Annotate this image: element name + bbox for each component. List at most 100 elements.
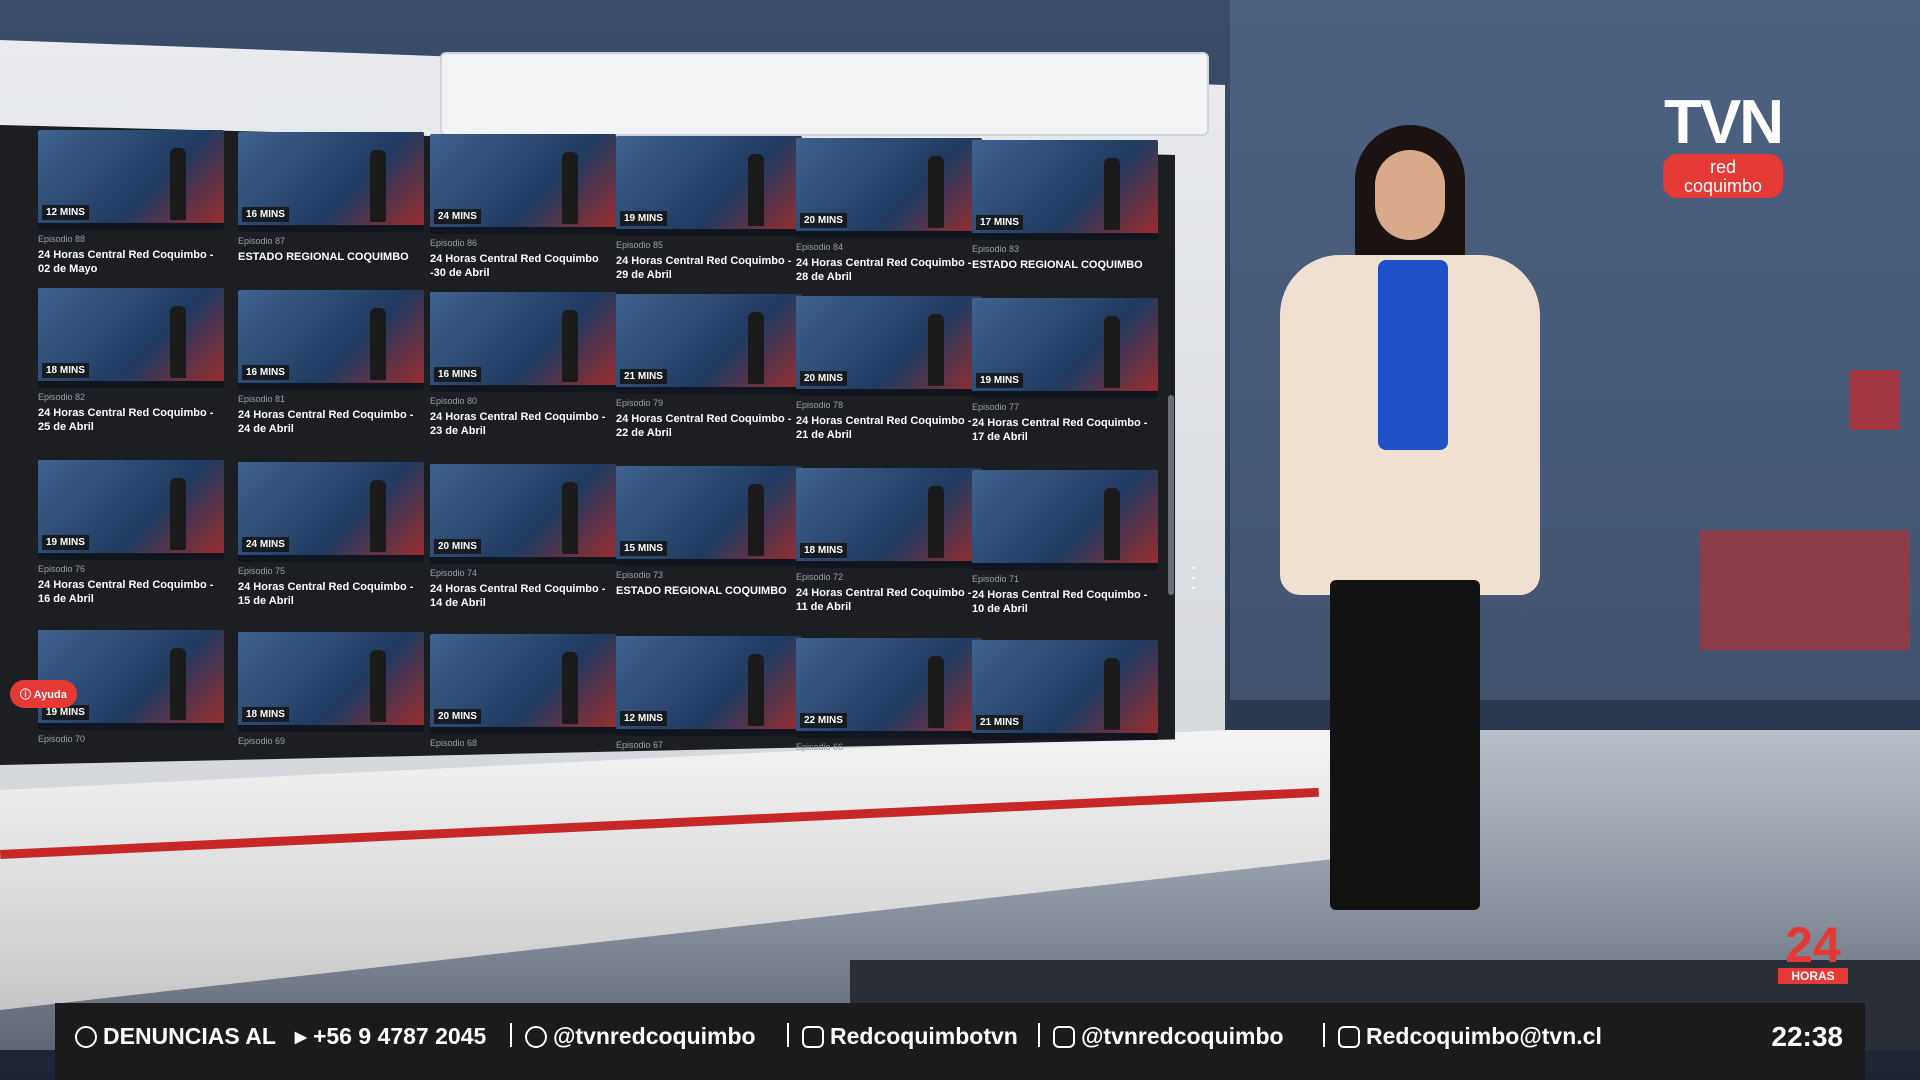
episode-card[interactable]: 19 MINS Episodio 77 24 Horas Central Red C… bbox=[972, 298, 1158, 468]
episode-number: Episodio 70 bbox=[38, 734, 86, 744]
thumbnail-presenter bbox=[170, 306, 186, 378]
episode-card[interactable]: 19 MINS Episodio 76 24 Horas Central Red C… bbox=[38, 460, 224, 630]
episode-card[interactable]: 20 MINS Episodio 78 24 Horas Central Red C… bbox=[796, 296, 982, 466]
episode-title[interactable]: 24 Horas Central Red Coquimbo - 21 de Ab… bbox=[796, 414, 982, 442]
episode-title[interactable]: 24 Horas Central Red Coquimbo - 14 de Ab… bbox=[430, 582, 616, 610]
thumbnail-presenter bbox=[562, 482, 578, 554]
episode-grid: 12 MINS Episodio 88 24 Horas Central Red C… bbox=[38, 130, 1158, 770]
thumbnail-presenter bbox=[748, 312, 764, 384]
episode-thumbnail[interactable] bbox=[972, 470, 1158, 570]
episode-card[interactable]: 20 MINS Episodio 68 bbox=[430, 634, 616, 804]
episode-title[interactable]: 24 Horas Central Red Coquimbo - 24 de Ab… bbox=[238, 408, 424, 436]
thumbnail-presenter bbox=[370, 150, 386, 222]
presenter bbox=[1270, 125, 1570, 925]
episode-card[interactable]: Episodio 71 24 Horas Central Red Coquimbo… bbox=[972, 470, 1158, 640]
episode-number: Episodio 86 bbox=[430, 238, 478, 248]
episode-title[interactable]: 24 Horas Central Red Coquimbo -30 de Abr… bbox=[430, 252, 616, 280]
episode-title[interactable]: 24 Horas Central Red Coquimbo - 23 de Ab… bbox=[430, 410, 616, 438]
duration-badge: 15 MINS bbox=[620, 541, 667, 556]
episode-thumbnail[interactable]: 16 MINS bbox=[430, 292, 616, 392]
episode-thumbnail[interactable]: 21 MINS bbox=[616, 294, 802, 394]
episode-card[interactable]: 16 MINS Episodio 81 24 Horas Central Red C… bbox=[238, 290, 424, 460]
episode-card[interactable]: 19 MINS Episodio 70 bbox=[38, 630, 224, 800]
episode-thumbnail[interactable]: 20 MINS bbox=[796, 296, 982, 396]
episode-card[interactable]: 21 MINS bbox=[972, 640, 1158, 810]
thumbnail-lower-third bbox=[796, 231, 982, 238]
thumbnail-lower-third bbox=[238, 383, 424, 390]
episode-title[interactable]: 24 Horas Central Red Coquimbo - 22 de Ab… bbox=[616, 412, 802, 440]
episode-thumbnail[interactable]: 22 MINS bbox=[796, 638, 982, 738]
episode-title[interactable]: ESTADO REGIONAL COQUIMBO bbox=[616, 584, 802, 598]
help-button[interactable]: ⓘ Ayuda bbox=[10, 680, 77, 708]
episode-number: Episodio 73 bbox=[616, 570, 664, 580]
episode-title[interactable]: 24 Horas Central Red Coquimbo - 02 de Ma… bbox=[38, 248, 224, 276]
episode-card[interactable]: 15 MINS Episodio 73 ESTADO REGIONAL COQUIM… bbox=[616, 466, 802, 636]
episode-title[interactable]: 24 Horas Central Red Coquimbo - 11 de Ab… bbox=[796, 586, 982, 614]
episode-thumbnail[interactable]: 12 MINS bbox=[38, 130, 224, 230]
episode-card[interactable]: 17 MINS Episodio 83 ESTADO REGIONAL COQUIM… bbox=[972, 140, 1158, 310]
thumbnail-presenter bbox=[1104, 488, 1120, 560]
duration-badge: 16 MINS bbox=[242, 365, 289, 380]
thumbnail-lower-third bbox=[972, 733, 1158, 740]
episode-card[interactable]: 18 MINS Episodio 69 bbox=[238, 632, 424, 802]
episode-card[interactable]: 22 MINS Episodio 66 bbox=[796, 638, 982, 808]
thumbnail-presenter bbox=[370, 650, 386, 722]
episode-title[interactable]: ESTADO REGIONAL COQUIMBO bbox=[238, 250, 424, 264]
episode-card[interactable]: 16 MINS Episodio 87 ESTADO REGIONAL COQUIM… bbox=[238, 132, 424, 302]
episode-thumbnail[interactable]: 20 MINS bbox=[796, 138, 982, 238]
episode-thumbnail[interactable]: 12 MINS bbox=[616, 636, 802, 736]
episode-thumbnail[interactable]: 16 MINS bbox=[238, 132, 424, 232]
duration-badge: 20 MINS bbox=[434, 709, 481, 724]
episode-card[interactable]: 12 MINS Episodio 88 24 Horas Central Red C… bbox=[38, 130, 224, 300]
episode-thumbnail[interactable]: 20 MINS bbox=[430, 464, 616, 564]
instagram-icon bbox=[525, 1026, 547, 1048]
episode-title[interactable]: 24 Horas Central Red Coquimbo - 10 de Ab… bbox=[972, 588, 1158, 616]
thumbnail-presenter bbox=[748, 654, 764, 726]
episode-thumbnail[interactable]: 24 MINS bbox=[238, 462, 424, 562]
episode-card[interactable]: 18 MINS Episodio 72 24 Horas Central Red C… bbox=[796, 468, 982, 638]
episode-thumbnail[interactable]: 18 MINS bbox=[796, 468, 982, 568]
episode-card[interactable]: 20 MINS Episodio 84 24 Horas Central Red C… bbox=[796, 138, 982, 308]
episode-card[interactable]: 18 MINS Episodio 82 24 Horas Central Red C… bbox=[38, 288, 224, 458]
ticker-separator bbox=[1323, 1023, 1325, 1047]
episode-thumbnail[interactable]: 15 MINS bbox=[616, 466, 802, 566]
episode-title[interactable]: ESTADO REGIONAL COQUIMBO bbox=[972, 258, 1158, 272]
thumbnail-lower-third bbox=[38, 381, 224, 388]
more-options-icon[interactable]: · · · bbox=[1190, 556, 1198, 602]
episode-title[interactable]: 24 Horas Central Red Coquimbo - 29 de Ab… bbox=[616, 254, 802, 282]
episode-number: Episodio 69 bbox=[238, 736, 286, 746]
episode-card[interactable]: 16 MINS Episodio 80 24 Horas Central Red C… bbox=[430, 292, 616, 462]
thumbnail-lower-third bbox=[430, 727, 616, 734]
ticker-denuncias: DENUNCIAS AL bbox=[75, 1023, 276, 1050]
episode-card[interactable]: 20 MINS Episodio 74 24 Horas Central Red C… bbox=[430, 464, 616, 634]
thumbnail-lower-third bbox=[796, 389, 982, 396]
episode-thumbnail[interactable]: 19 MINS bbox=[616, 136, 802, 236]
mail-icon bbox=[1338, 1026, 1360, 1048]
episode-thumbnail[interactable]: 20 MINS bbox=[430, 634, 616, 734]
thumbnail-lower-third bbox=[430, 385, 616, 392]
episode-title[interactable]: 24 Horas Central Red Coquimbo - 15 de Ab… bbox=[238, 580, 424, 608]
episode-title[interactable]: 24 Horas Central Red Coquimbo - 25 de Ab… bbox=[38, 406, 224, 434]
tvn-red-coquimbo-logo: TVN red coquimbo bbox=[1663, 88, 1784, 198]
episode-thumbnail[interactable]: 19 MINS bbox=[38, 460, 224, 560]
episode-thumbnail[interactable]: 16 MINS bbox=[238, 290, 424, 390]
episode-thumbnail[interactable]: 18 MINS bbox=[238, 632, 424, 732]
episode-thumbnail[interactable]: 24 MINS bbox=[430, 134, 616, 234]
episode-card[interactable]: 24 MINS Episodio 86 24 Horas Central Red C… bbox=[430, 134, 616, 304]
episode-card[interactable]: 19 MINS Episodio 85 24 Horas Central Red C… bbox=[616, 136, 802, 306]
episode-thumbnail[interactable]: 17 MINS bbox=[972, 140, 1158, 240]
episode-thumbnail[interactable]: 21 MINS bbox=[972, 640, 1158, 740]
episode-title[interactable]: 24 Horas Central Red Coquimbo - 16 de Ab… bbox=[38, 578, 224, 606]
episode-thumbnail[interactable]: 18 MINS bbox=[38, 288, 224, 388]
episode-title[interactable]: 24 Horas Central Red Coquimbo - 17 de Ab… bbox=[972, 416, 1158, 444]
duration-badge: 18 MINS bbox=[800, 543, 847, 558]
episode-number: Episodio 88 bbox=[38, 234, 86, 244]
episode-card[interactable]: 21 MINS Episodio 79 24 Horas Central Red C… bbox=[616, 294, 802, 464]
episode-card[interactable]: 24 MINS Episodio 75 24 Horas Central Red C… bbox=[238, 462, 424, 632]
scrollbar[interactable] bbox=[1168, 395, 1174, 595]
episode-number: Episodio 66 bbox=[796, 742, 844, 752]
episode-thumbnail[interactable]: 19 MINS bbox=[972, 298, 1158, 398]
episode-card[interactable]: 12 MINS Episodio 67 bbox=[616, 636, 802, 806]
thumbnail-presenter bbox=[170, 478, 186, 550]
episode-title[interactable]: 24 Horas Central Red Coquimbo - 28 de Ab… bbox=[796, 256, 982, 284]
